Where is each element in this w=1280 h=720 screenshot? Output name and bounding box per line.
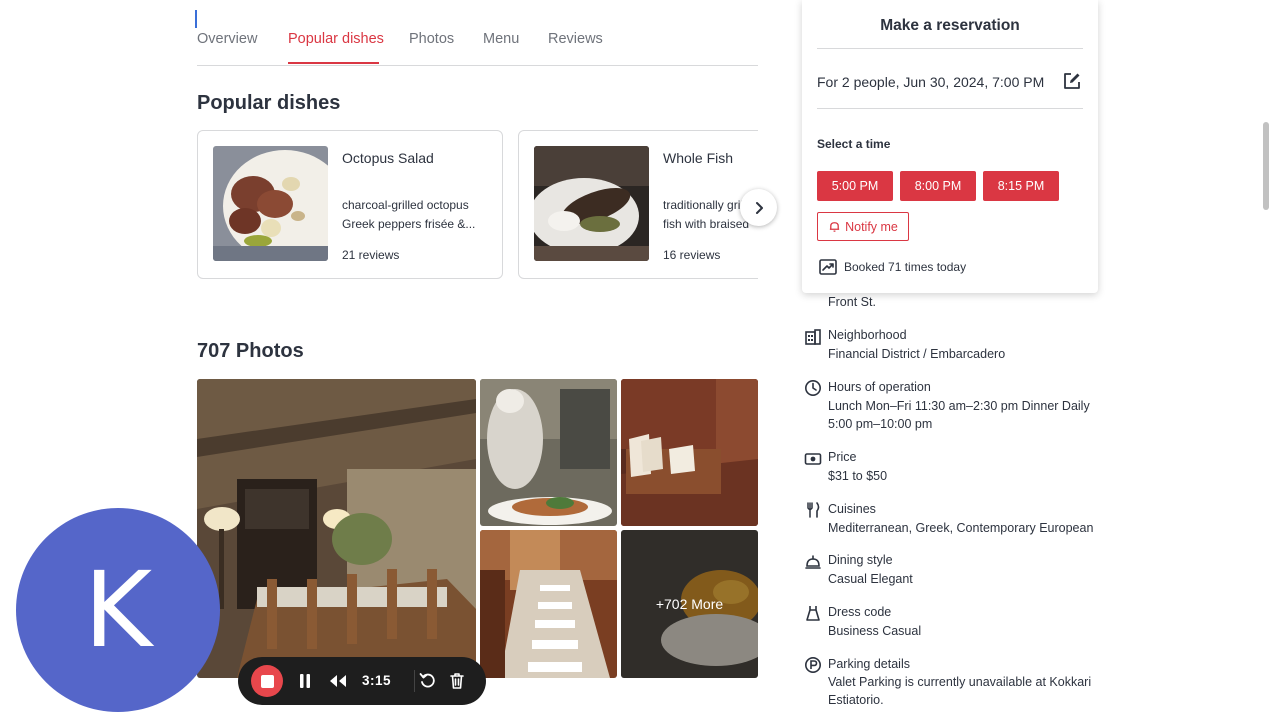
dish-name: Whole Fish xyxy=(663,150,734,166)
parking-title: Parking details xyxy=(828,657,910,671)
tab-menu[interactable]: Menu xyxy=(483,31,519,47)
divider xyxy=(817,108,1083,109)
photo-menu-cards[interactable] xyxy=(621,379,758,526)
reservation-panel: Make a reservation For 2 people, Jun 30,… xyxy=(802,0,1098,293)
building-icon xyxy=(805,329,821,345)
trash-icon[interactable] xyxy=(449,672,465,690)
photo-chef-kitchen[interactable] xyxy=(480,379,617,526)
reservation-title: Make a reservation xyxy=(880,17,1020,34)
dishes-carousel: Octopus Salad charcoal-grilled octopus G… xyxy=(197,130,758,280)
booked-count-text: Booked 71 times today xyxy=(844,260,967,274)
time-slot-button[interactable]: 5:00 PM xyxy=(817,171,893,201)
notify-me-button[interactable]: Notify me xyxy=(817,212,909,241)
photo-table-settings[interactable] xyxy=(480,530,617,678)
parking-icon xyxy=(805,657,821,673)
photo-dining-room[interactable] xyxy=(197,379,476,678)
photo-dessert[interactable]: +702 More xyxy=(621,530,758,678)
section-tabs: Overview Popular dishes Photos Menu Revi… xyxy=(197,0,758,66)
price-value: $31 to $50 xyxy=(828,469,888,483)
divider xyxy=(817,48,1083,49)
stop-icon xyxy=(260,674,274,688)
booked-count: Booked 71 times today xyxy=(819,259,966,275)
trending-up-icon xyxy=(819,259,837,275)
dress-code-title: Dress code xyxy=(828,605,892,619)
hours-value: Lunch Mon–Fri 11:30 am–2:30 pm Dinner Da… xyxy=(828,399,1090,431)
dish-card-octopus-salad[interactable]: Octopus Salad charcoal-grilled octopus G… xyxy=(197,130,503,279)
fork-knife-icon xyxy=(807,502,820,518)
cuisines-value: Mediterranean, Greek, Contemporary Europ… xyxy=(828,521,1094,535)
party-size-date-time[interactable]: For 2 people, Jun 30, 2024, 7:00 PM xyxy=(817,74,1044,90)
dish-review-count: 16 reviews xyxy=(663,248,721,262)
restart-icon[interactable] xyxy=(419,672,435,689)
price-title: Price xyxy=(828,450,857,464)
dining-style-title: Dining style xyxy=(828,553,893,567)
parking-value: Valet Parking is currently unavailable a… xyxy=(828,675,1092,707)
chevron-right-icon xyxy=(755,201,763,214)
carousel-next-button[interactable] xyxy=(740,189,777,226)
dining-style-value: Casual Elegant xyxy=(828,572,913,586)
whole-fish-photo xyxy=(534,146,649,261)
time-slot-button[interactable]: 8:00 PM xyxy=(900,171,976,201)
money-icon xyxy=(804,453,822,465)
clock-icon xyxy=(805,380,821,396)
active-tab-indicator xyxy=(288,62,379,64)
dish-description: charcoal-grilled octopus Greek peppers f… xyxy=(342,198,476,231)
edit-icon[interactable] xyxy=(1062,71,1082,91)
dish-card-whole-fish[interactable]: Whole Fish traditionally grilled fish wi… xyxy=(518,130,758,279)
recording-timer: 3:15 xyxy=(362,673,392,688)
select-time-label: Select a time xyxy=(817,137,891,151)
tab-overview[interactable]: Overview xyxy=(197,31,257,47)
bell-icon xyxy=(829,222,840,232)
avatar: K xyxy=(16,508,220,712)
dish-review-count: 21 reviews xyxy=(342,248,400,262)
tab-popular-dishes[interactable]: Popular dishes xyxy=(288,31,384,47)
dress-code-value: Business Casual xyxy=(828,624,922,638)
notify-me-label: Notify me xyxy=(845,219,898,234)
address-line: Front St. xyxy=(828,295,876,309)
pause-icon[interactable] xyxy=(298,673,312,689)
stop-recording-button[interactable] xyxy=(251,665,283,697)
tab-reviews[interactable]: Reviews xyxy=(548,31,603,47)
octopus-salad-photo xyxy=(213,146,328,261)
more-photos-overlay[interactable]: +702 More xyxy=(621,530,758,678)
time-slot-button[interactable]: 8:15 PM xyxy=(983,171,1059,201)
divider xyxy=(414,670,415,692)
neighborhood-title: Neighborhood xyxy=(828,328,907,342)
hours-title: Hours of operation xyxy=(828,380,931,394)
service-bell-icon xyxy=(805,555,821,569)
dress-icon xyxy=(806,606,820,621)
neighborhood-value: Financial District / Embarcadero xyxy=(828,347,1006,361)
dish-name: Octopus Salad xyxy=(342,150,434,166)
scrollbar-thumb[interactable] xyxy=(1263,122,1269,210)
cuisines-title: Cuisines xyxy=(828,502,876,516)
tab-photos[interactable]: Photos xyxy=(409,31,454,47)
rewind-icon[interactable] xyxy=(329,674,347,688)
popular-dishes-heading: Popular dishes xyxy=(197,92,341,114)
recorder-controls: 3:15 xyxy=(238,657,486,705)
photos-heading: 707 Photos xyxy=(197,340,304,362)
